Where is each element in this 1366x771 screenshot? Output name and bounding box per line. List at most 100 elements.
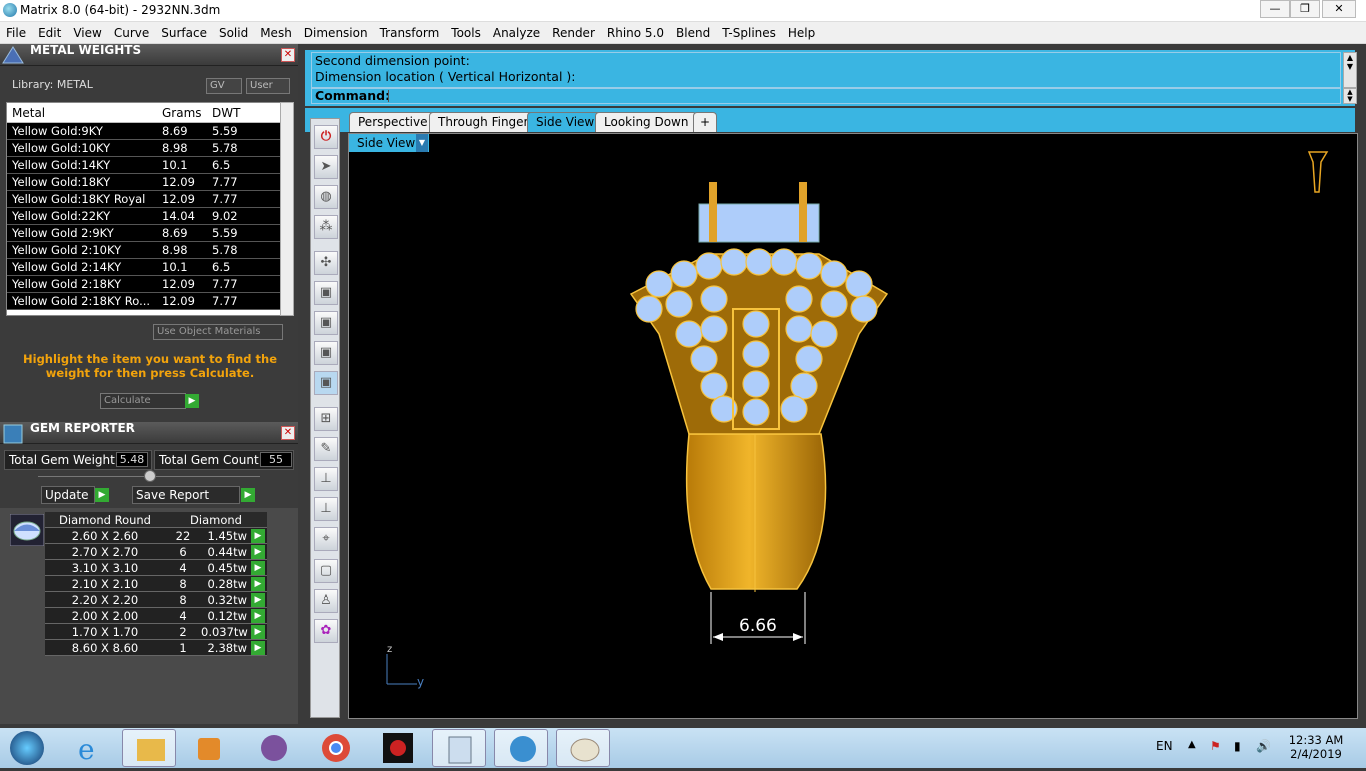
- gem-row-arrow-icon[interactable]: ▶: [251, 641, 265, 655]
- gem-row[interactable]: 8.60 X 8.60 1 2.38tw ▶: [45, 640, 267, 656]
- menu-tools[interactable]: Tools: [445, 22, 487, 41]
- clock[interactable]: 12:33 AM 2/4/2019: [1288, 733, 1344, 761]
- side-view-viewport[interactable]: 6.66 z y: [348, 133, 1358, 719]
- media-player-icon[interactable]: [182, 729, 236, 767]
- flower-icon[interactable]: ✿: [314, 619, 338, 643]
- splitter-handle[interactable]: [144, 470, 156, 482]
- matrix-app-icon[interactable]: [494, 729, 548, 767]
- menu-curve[interactable]: Curve: [108, 22, 155, 41]
- grid-icon[interactable]: ⊞: [314, 407, 338, 431]
- command-scrollbar[interactable]: ▲ ▼: [1343, 52, 1357, 88]
- menu-surface[interactable]: Surface: [155, 22, 213, 41]
- gem-row-arrow-icon[interactable]: ▶: [251, 529, 265, 543]
- globe-icon[interactable]: ◍: [314, 185, 338, 209]
- gem-row-arrow-icon[interactable]: ▶: [251, 593, 265, 607]
- menu-edit[interactable]: Edit: [32, 22, 67, 41]
- menu-help[interactable]: Help: [782, 22, 821, 41]
- volume-icon[interactable]: 🔊: [1256, 739, 1271, 753]
- notepad-icon[interactable]: [432, 729, 486, 767]
- menu-render[interactable]: Render: [546, 22, 601, 41]
- close-window-button[interactable]: ✕: [1322, 0, 1356, 18]
- tab-through-finger[interactable]: Through Finger: [429, 112, 538, 132]
- gem-row[interactable]: 2.20 X 2.20 8 0.32tw ▶: [45, 592, 267, 608]
- metal-row[interactable]: Yellow Gold 2:9KY 8.69 5.59: [7, 225, 283, 242]
- menu-file[interactable]: File: [0, 22, 32, 41]
- power-icon[interactable]: ⏻: [314, 125, 338, 149]
- metal-row[interactable]: Yellow Gold:10KY 8.98 5.78: [7, 140, 283, 157]
- use-object-materials-button[interactable]: Use Object Materials: [153, 324, 283, 340]
- measure-icon[interactable]: ⌖: [314, 527, 338, 551]
- menu-blend[interactable]: Blend: [670, 22, 716, 41]
- flag-icon[interactable]: ⚑: [1210, 739, 1221, 753]
- menu-analyze[interactable]: Analyze: [487, 22, 546, 41]
- nodes-icon[interactable]: ⁂: [314, 215, 338, 239]
- col-dwt[interactable]: DWT: [212, 106, 240, 120]
- app-icon[interactable]: [3, 3, 17, 17]
- command-spinner[interactable]: ▲ ▼: [1343, 88, 1357, 104]
- metal-row[interactable]: Yellow Gold:22KY 14.04 9.02: [7, 208, 283, 225]
- metal-weights-close-icon[interactable]: ✕: [281, 48, 295, 62]
- show-hidden-icons-icon[interactable]: ▲: [1188, 739, 1196, 750]
- network-icon[interactable]: ▮: [1234, 739, 1241, 753]
- gem-row-arrow-icon[interactable]: ▶: [251, 545, 265, 559]
- menu-transform[interactable]: Transform: [374, 22, 446, 41]
- viewport-dropdown-icon[interactable]: ▼: [416, 134, 428, 152]
- menu-view[interactable]: View: [67, 22, 107, 41]
- brush-icon[interactable]: ✎: [314, 437, 338, 461]
- tab-side-view[interactable]: Side View: [527, 112, 604, 132]
- figure-icon[interactable]: ♙: [314, 589, 338, 613]
- col-diamond[interactable]: Diamond: [165, 513, 267, 527]
- cube-front-icon[interactable]: ▣: [314, 311, 338, 335]
- paint-icon[interactable]: [556, 729, 610, 767]
- gem-row[interactable]: 3.10 X 3.10 4 0.45tw ▶: [45, 560, 267, 576]
- pointer-icon[interactable]: ➤: [314, 155, 338, 179]
- cube-perspective-icon[interactable]: ▣: [314, 371, 338, 395]
- update-button[interactable]: Update: [41, 486, 95, 504]
- ie-icon[interactable]: e: [62, 729, 116, 767]
- metal-row[interactable]: Yellow Gold 2:14KY 10.1 6.5: [7, 259, 283, 276]
- gem-row-arrow-icon[interactable]: ▶: [251, 625, 265, 639]
- snap-off-icon[interactable]: ⊥: [314, 467, 338, 491]
- chrome-icon[interactable]: [308, 729, 362, 767]
- add-tab-button[interactable]: +: [693, 112, 718, 132]
- snap-r-icon[interactable]: ⊥: [314, 497, 338, 521]
- metal-row[interactable]: Yellow Gold 2:18KY 12.09 7.77: [7, 276, 283, 293]
- axes-icon[interactable]: ✣: [314, 251, 338, 275]
- command-input[interactable]: [388, 90, 1338, 102]
- cube-side-icon[interactable]: ▣: [314, 341, 338, 365]
- save-report-button[interactable]: Save Report: [132, 486, 240, 504]
- col-diamond-round[interactable]: Diamond Round: [45, 513, 165, 527]
- tab-looking-down[interactable]: Looking Down: [595, 112, 698, 132]
- metal-row[interactable]: Yellow Gold 2:18KY Ro... 12.09 7.77: [7, 293, 283, 310]
- metal-row[interactable]: Yellow Gold:18KY Royal 12.09 7.77: [7, 191, 283, 208]
- menu-mesh[interactable]: Mesh: [254, 22, 298, 41]
- gem-row-arrow-icon[interactable]: ▶: [251, 577, 265, 591]
- gv-button[interactable]: GV: [206, 78, 242, 94]
- metal-row[interactable]: Yellow Gold:18KY 12.09 7.77: [7, 174, 283, 191]
- metal-row[interactable]: Yellow Gold:14KY 10.1 6.5: [7, 157, 283, 174]
- col-metal[interactable]: Metal: [12, 106, 45, 120]
- gem-row[interactable]: 2.00 X 2.00 4 0.12tw ▶: [45, 608, 267, 624]
- menu-dimension[interactable]: Dimension: [298, 22, 374, 41]
- metal-row[interactable]: Yellow Gold:9KY 8.69 5.59: [7, 123, 283, 140]
- save-report-arrow-icon[interactable]: ▶: [241, 488, 255, 502]
- calculate-arrow-icon[interactable]: ▶: [185, 394, 199, 408]
- gem-row-arrow-icon[interactable]: ▶: [251, 561, 265, 575]
- start-button[interactable]: [10, 731, 44, 765]
- update-arrow-icon[interactable]: ▶: [95, 488, 109, 502]
- menu-solid[interactable]: Solid: [213, 22, 254, 41]
- metal-row[interactable]: Yellow Gold 2:10KY 8.98 5.78: [7, 242, 283, 259]
- history-icon[interactable]: ▢: [314, 559, 338, 583]
- gem-reporter-close-icon[interactable]: ✕: [281, 426, 295, 440]
- col-grams[interactable]: Grams: [162, 106, 202, 120]
- menu-rhino[interactable]: Rhino 5.0: [601, 22, 670, 41]
- gem-row[interactable]: 2.60 X 2.60 22 1.45tw ▶: [45, 528, 267, 544]
- cube-top-icon[interactable]: ▣: [314, 281, 338, 305]
- language-indicator[interactable]: EN: [1156, 739, 1173, 753]
- calculate-button[interactable]: Calculate: [100, 393, 186, 409]
- gem-row[interactable]: 2.10 X 2.10 8 0.28tw ▶: [45, 576, 267, 592]
- restore-button[interactable]: ❐: [1290, 0, 1320, 18]
- viber-icon[interactable]: [246, 729, 300, 767]
- game-app-icon[interactable]: [370, 729, 424, 767]
- gem-row[interactable]: 2.70 X 2.70 6 0.44tw ▶: [45, 544, 267, 560]
